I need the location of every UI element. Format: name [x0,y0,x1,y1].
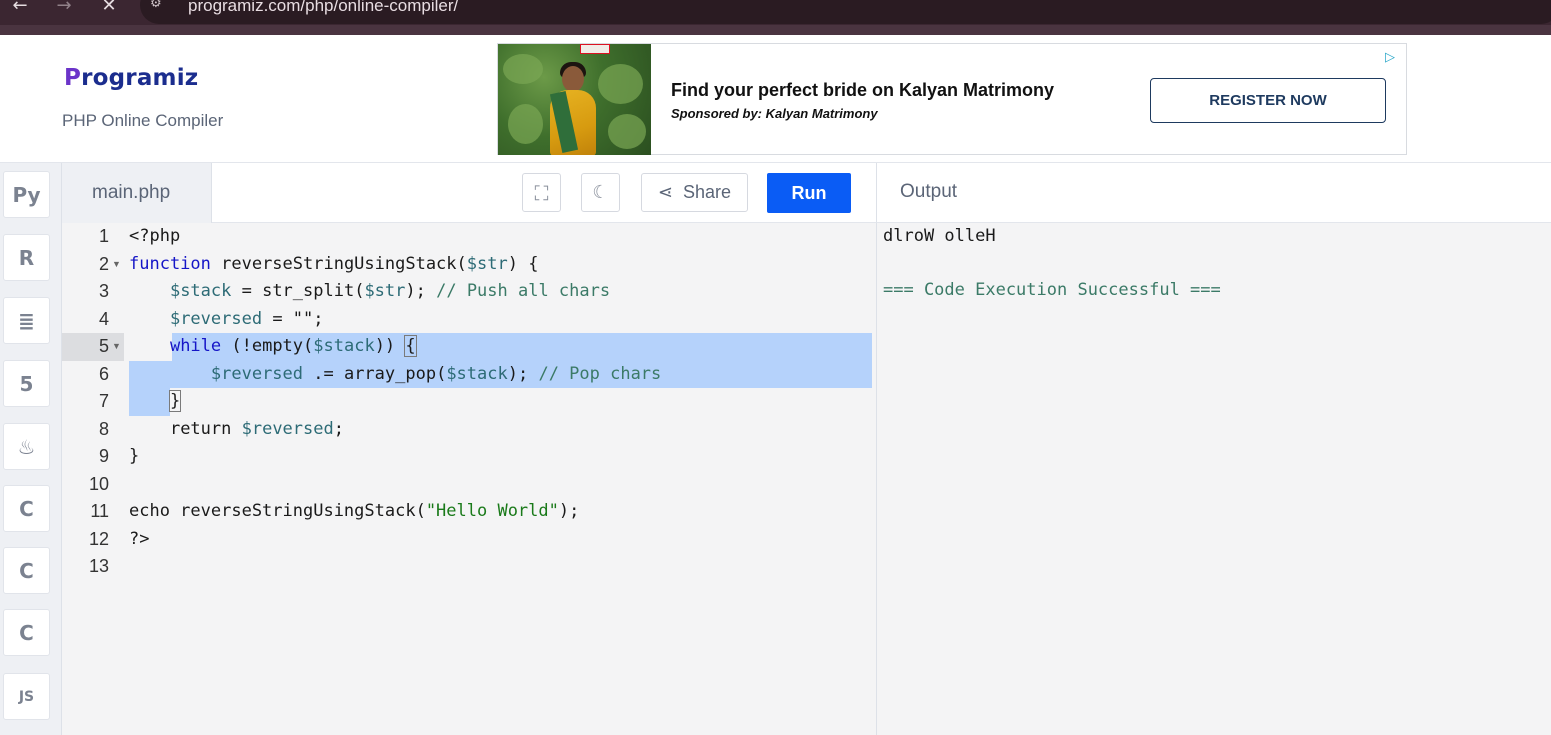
output-panel[interactable]: dlroW olleH === Code Execution Successfu… [876,223,1551,735]
code-line: 7 } [62,388,876,416]
close-icon[interactable]: ✕ [97,0,121,18]
fold-arrow-icon[interactable]: ▼ [112,333,121,361]
code-text: while (!empty($stack)) { [169,335,417,357]
line-number: 10 [88,473,109,494]
run-button[interactable]: Run [767,173,851,213]
cpp-icon[interactable]: C [3,547,50,594]
html5-icon[interactable]: 5 [3,360,50,407]
browser-strip [0,25,1551,35]
code-text: return $reversed; [169,418,344,439]
ad-sponsor: Sponsored by: Kalyan Matrimony [671,106,878,121]
ad-image[interactable] [498,44,651,155]
line-number: 3 [98,281,109,301]
language-sidebar: Py R ≣ 5 ♨ C C C JS [0,163,62,735]
share-icon: ⋖ [657,182,674,203]
line-number: 1 [98,226,109,246]
logo-mark: P [64,65,82,91]
share-button[interactable]: ⋖ Share [641,173,748,212]
code-text: } [129,446,140,466]
code-line: 6 $reversed .= array_pop($stack); // Pop… [62,361,876,389]
url-text[interactable]: programiz.com/php/online-compiler/ [188,0,458,16]
code-line: 3 $stack = str_split($str); // Push all … [62,278,876,306]
code-line: 10 [62,471,876,499]
share-label: Share [683,182,732,202]
adchoices-icon[interactable]: ▷ [1385,50,1401,66]
site-settings-icon[interactable]: ⚙ [150,0,170,16]
output-title: Output [900,181,958,202]
code-line: 13 [62,553,876,581]
code-text: echo reverseStringUsingStack("Hello Worl… [129,501,580,521]
code-line: 8 return $reversed; [62,416,876,444]
line-number: 7 [98,391,109,411]
logo-text: rogramiz [81,65,199,91]
page-subtitle: PHP Online Compiler [62,111,224,130]
browser-toolbar: ← → ✕ ⚙ programiz.com/php/online-compile… [0,0,1551,35]
line-number: 11 [90,501,109,521]
line-number: 8 [98,418,109,439]
line-number: 4 [98,308,109,329]
arrow-left-icon[interactable]: ← [8,0,32,18]
code-line: 4 $reversed = ""; [62,306,876,334]
code-line: 5 ▼ while (!empty($stack)) { [62,333,876,361]
tab-main-php[interactable]: main.php [62,163,212,223]
dark-mode-button[interactable]: ☾ [581,173,620,212]
output-line: dlroW olleH [883,226,996,246]
js-icon[interactable]: JS [3,673,50,720]
python-icon[interactable]: Py [3,171,50,218]
code-text: <?php [129,226,181,246]
code-text: $stack = str_split($str); // Push all ch… [169,281,611,301]
r-icon[interactable]: R [3,234,50,281]
c-icon[interactable]: C [3,485,50,532]
code-editor[interactable]: 1 <?php 2 ▼ function reverseStringUsingS… [62,223,876,735]
code-text: } [168,390,182,412]
database-icon[interactable]: ≣ [3,297,50,344]
ad-title[interactable]: Find your perfect bride on Kalyan Matrim… [671,80,1054,101]
programiz-logo[interactable]: Programiz [64,65,198,91]
code-line: 1 <?php [62,223,876,251]
line-number: 13 [88,556,109,576]
output-status: === Code Execution Successful === [883,280,1221,300]
code-text: function reverseStringUsingStack($str) { [129,253,539,274]
code-line: 9 } [62,443,876,471]
code-line: 11 echo reverseStringUsingStack("Hello W… [62,498,876,526]
output-header: Output [876,163,1551,223]
code-line: 2 ▼ function reverseStringUsingStack($st… [62,251,876,279]
code-text: $reversed .= array_pop($stack); // Pop c… [210,363,662,384]
site-header: Programiz PHP Online Compiler Find your … [0,35,1551,163]
line-number: 9 [98,446,109,466]
line-number: 6 [98,363,109,384]
code-text: ?> [129,528,150,549]
code-line: 12 ?> [62,526,876,554]
fullscreen-button[interactable]: ⛶ [522,173,561,212]
line-number: 12 [88,528,109,549]
fullscreen-icon: ⛶ [534,180,549,205]
fold-arrow-icon[interactable]: ▼ [112,251,121,279]
code-text: $reversed = ""; [169,308,324,329]
java-icon[interactable]: ♨ [3,423,50,470]
csharp-icon[interactable]: C [3,609,50,656]
arrow-right-icon[interactable]: → [52,0,76,18]
moon-icon: ☾ [592,182,609,203]
advertisement[interactable]: Find your perfect bride on Kalyan Matrim… [497,43,1407,155]
editor-toolbar: main.php ⛶ ☾ ⋖ Share Run [62,163,876,223]
register-now-button[interactable]: REGISTER NOW [1150,78,1386,123]
